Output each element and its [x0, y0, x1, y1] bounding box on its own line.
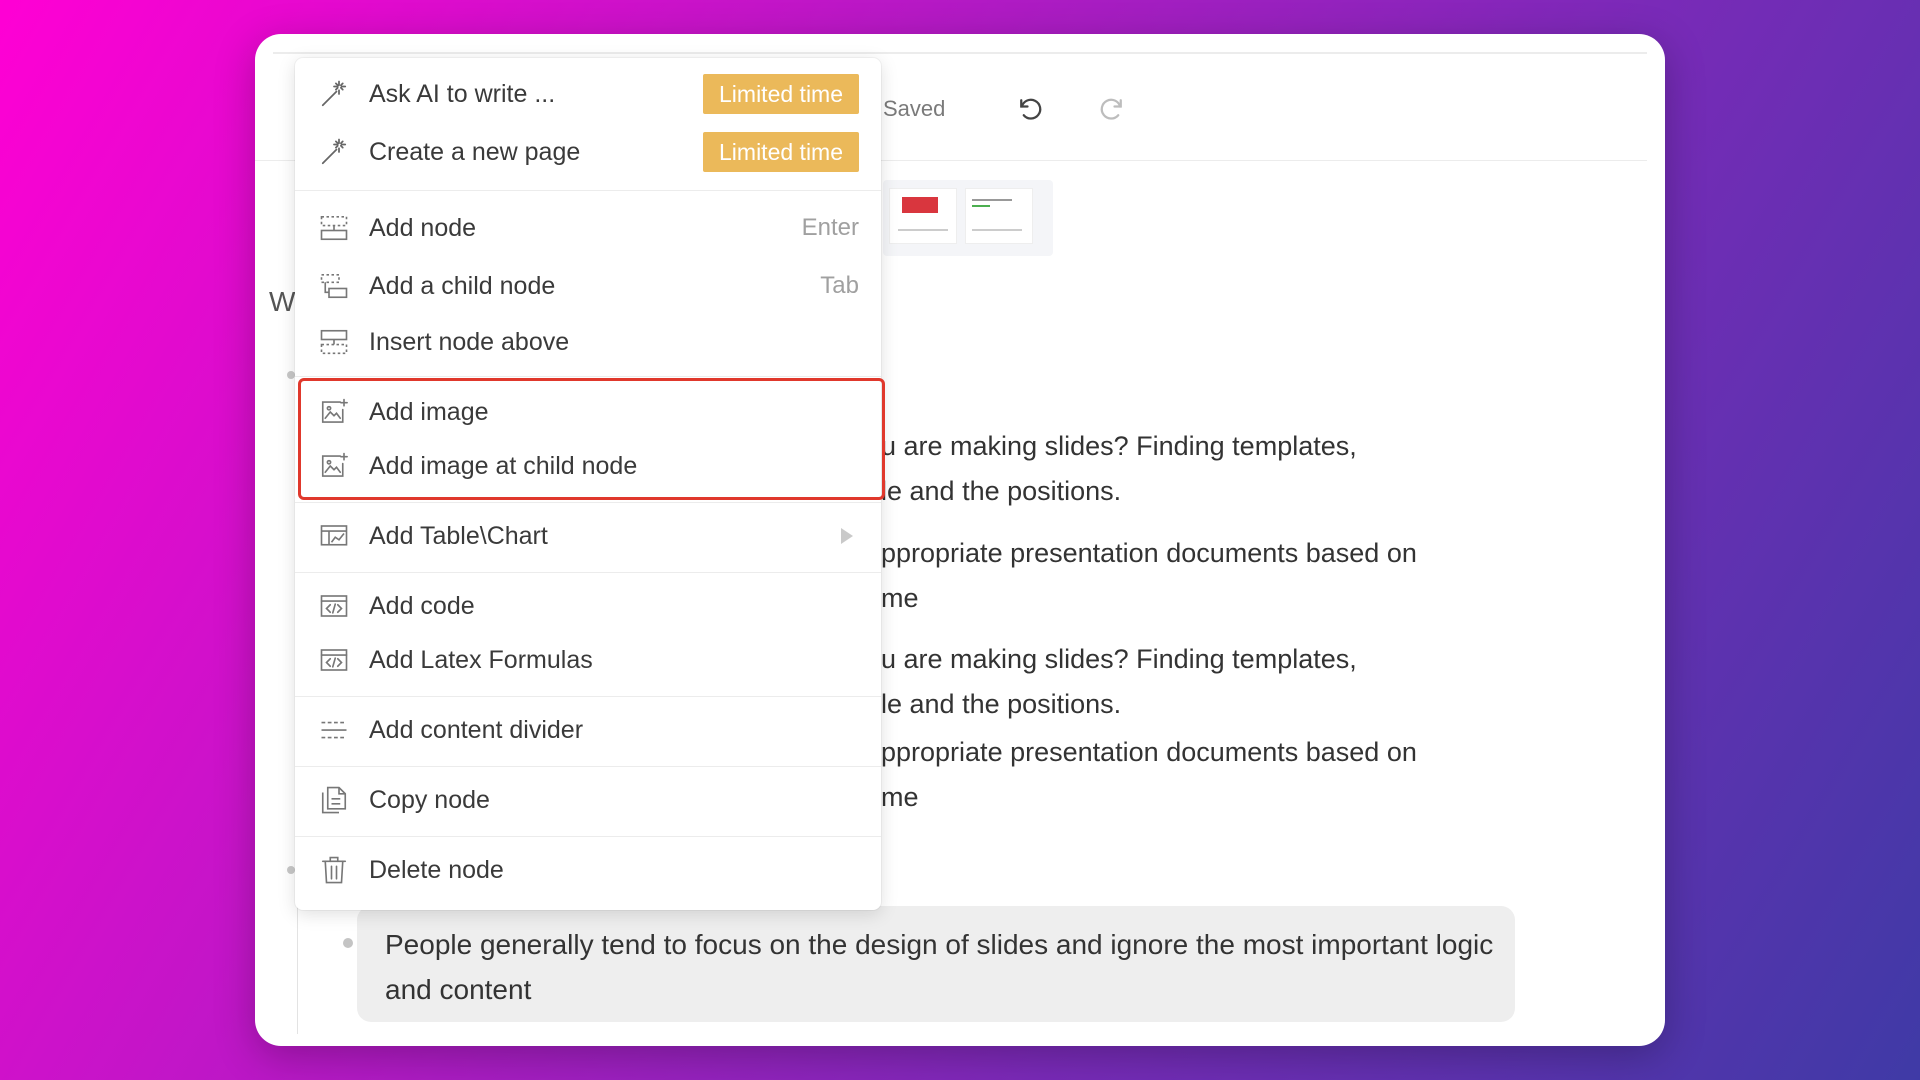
menu-item-label: Create a new page: [369, 137, 581, 166]
add-image-icon: [319, 451, 349, 481]
shortcut-hint: Tab: [820, 272, 859, 299]
paragraph-line: ppropriate presentation documents based …: [881, 538, 1417, 568]
menu-item-label: Add image at child node: [369, 451, 638, 480]
undo-icon[interactable]: [1013, 92, 1047, 126]
menu-item-add-child-node[interactable]: Add a child node Tab: [295, 260, 881, 312]
menu-item-label: Copy node: [369, 785, 490, 814]
magic-wand-icon: [319, 79, 349, 109]
magic-wand-icon: [319, 137, 349, 167]
limited-time-badge: Limited time: [703, 132, 859, 172]
menu-item-add-image[interactable]: Add image: [295, 386, 881, 438]
saved-status: Saved: [883, 96, 946, 121]
menu-item-label: Insert node above: [369, 327, 570, 356]
divider-icon: [319, 715, 349, 745]
thumbnail-line: [972, 229, 1022, 231]
paragraph-line: le and the positions.: [881, 689, 1122, 719]
bullet-dot: [343, 938, 353, 948]
menu-separator: [295, 572, 881, 573]
slide-thumbnail[interactable]: [889, 188, 957, 244]
selected-node[interactable]: People generally tend to focus on the de…: [343, 906, 1515, 1022]
add-node-icon: [319, 213, 349, 243]
bullet-dot: [287, 866, 295, 874]
table-chart-icon: [319, 521, 349, 551]
menu-item-label: Ask AI to write ...: [369, 79, 556, 108]
menu-item-label: Add Table\Chart: [369, 521, 548, 550]
menu-separator: [295, 766, 881, 767]
top-border-line: [273, 52, 1647, 54]
thumbnail-red-block: [902, 197, 938, 213]
menu-item-add-node[interactable]: Add node Enter: [295, 202, 881, 254]
menu-separator: [295, 696, 881, 697]
context-menu: Ask AI to write ... Limited time Create …: [295, 58, 881, 910]
menu-item-label: Add code: [369, 591, 475, 620]
menu-item-label: Add a child node: [369, 271, 556, 300]
menu-separator: [295, 190, 881, 191]
menu-item-add-latex[interactable]: Add Latex Formulas: [295, 634, 881, 686]
redo-icon[interactable]: [1095, 92, 1129, 126]
paragraph-line: u are making slides? Finding templates,: [881, 644, 1357, 674]
shortcut-hint: Enter: [801, 214, 859, 241]
paragraph-line: me: [881, 782, 919, 812]
thumbnail-line: [972, 199, 1012, 201]
add-child-node-icon: [319, 271, 349, 301]
menu-item-create-page[interactable]: Create a new page Limited time: [295, 126, 881, 178]
slide-thumbnail[interactable]: [965, 188, 1033, 244]
thumbnail-line: [972, 205, 990, 207]
paragraph-line: u are making slides? Finding templates,: [881, 431, 1357, 461]
bullet-dot: [287, 371, 295, 379]
menu-item-delete-node[interactable]: Delete node: [295, 844, 881, 896]
insert-above-icon: [319, 327, 349, 357]
add-image-icon: [319, 397, 349, 427]
menu-item-add-image-child[interactable]: Add image at child node: [295, 440, 881, 492]
menu-item-label: Delete node: [369, 855, 504, 884]
trash-icon: [319, 855, 349, 885]
menu-item-add-code[interactable]: Add code: [295, 580, 881, 632]
thumbnail-line: [898, 229, 948, 231]
node-text[interactable]: People generally tend to focus on the de…: [385, 922, 1495, 1012]
copy-icon: [319, 785, 349, 815]
menu-separator: [295, 502, 881, 503]
limited-time-badge: Limited time: [703, 74, 859, 114]
code-icon: [319, 645, 349, 675]
menu-separator: [295, 376, 881, 377]
submenu-arrow-icon: [841, 528, 853, 544]
menu-item-ask-ai[interactable]: Ask AI to write ... Limited time: [295, 68, 881, 120]
paragraph-line: ppropriate presentation documents based …: [881, 737, 1417, 767]
menu-item-copy-node[interactable]: Copy node: [295, 774, 881, 826]
paragraph-line: le and the positions.: [881, 476, 1122, 506]
menu-item-label: Add image: [369, 397, 489, 426]
menu-item-label: Add Latex Formulas: [369, 645, 593, 674]
slide-thumbnails[interactable]: [883, 180, 1053, 256]
menu-item-insert-above[interactable]: Insert node above: [295, 316, 881, 368]
menu-item-label: Add content divider: [369, 715, 584, 744]
partial-heading: W: [269, 286, 296, 317]
menu-separator: [295, 836, 881, 837]
menu-item-add-divider[interactable]: Add content divider: [295, 704, 881, 756]
menu-item-label: Add node: [369, 213, 477, 242]
paragraph-line: me: [881, 583, 919, 613]
menu-item-add-table-chart[interactable]: Add Table\Chart: [295, 510, 881, 562]
code-icon: [319, 591, 349, 621]
